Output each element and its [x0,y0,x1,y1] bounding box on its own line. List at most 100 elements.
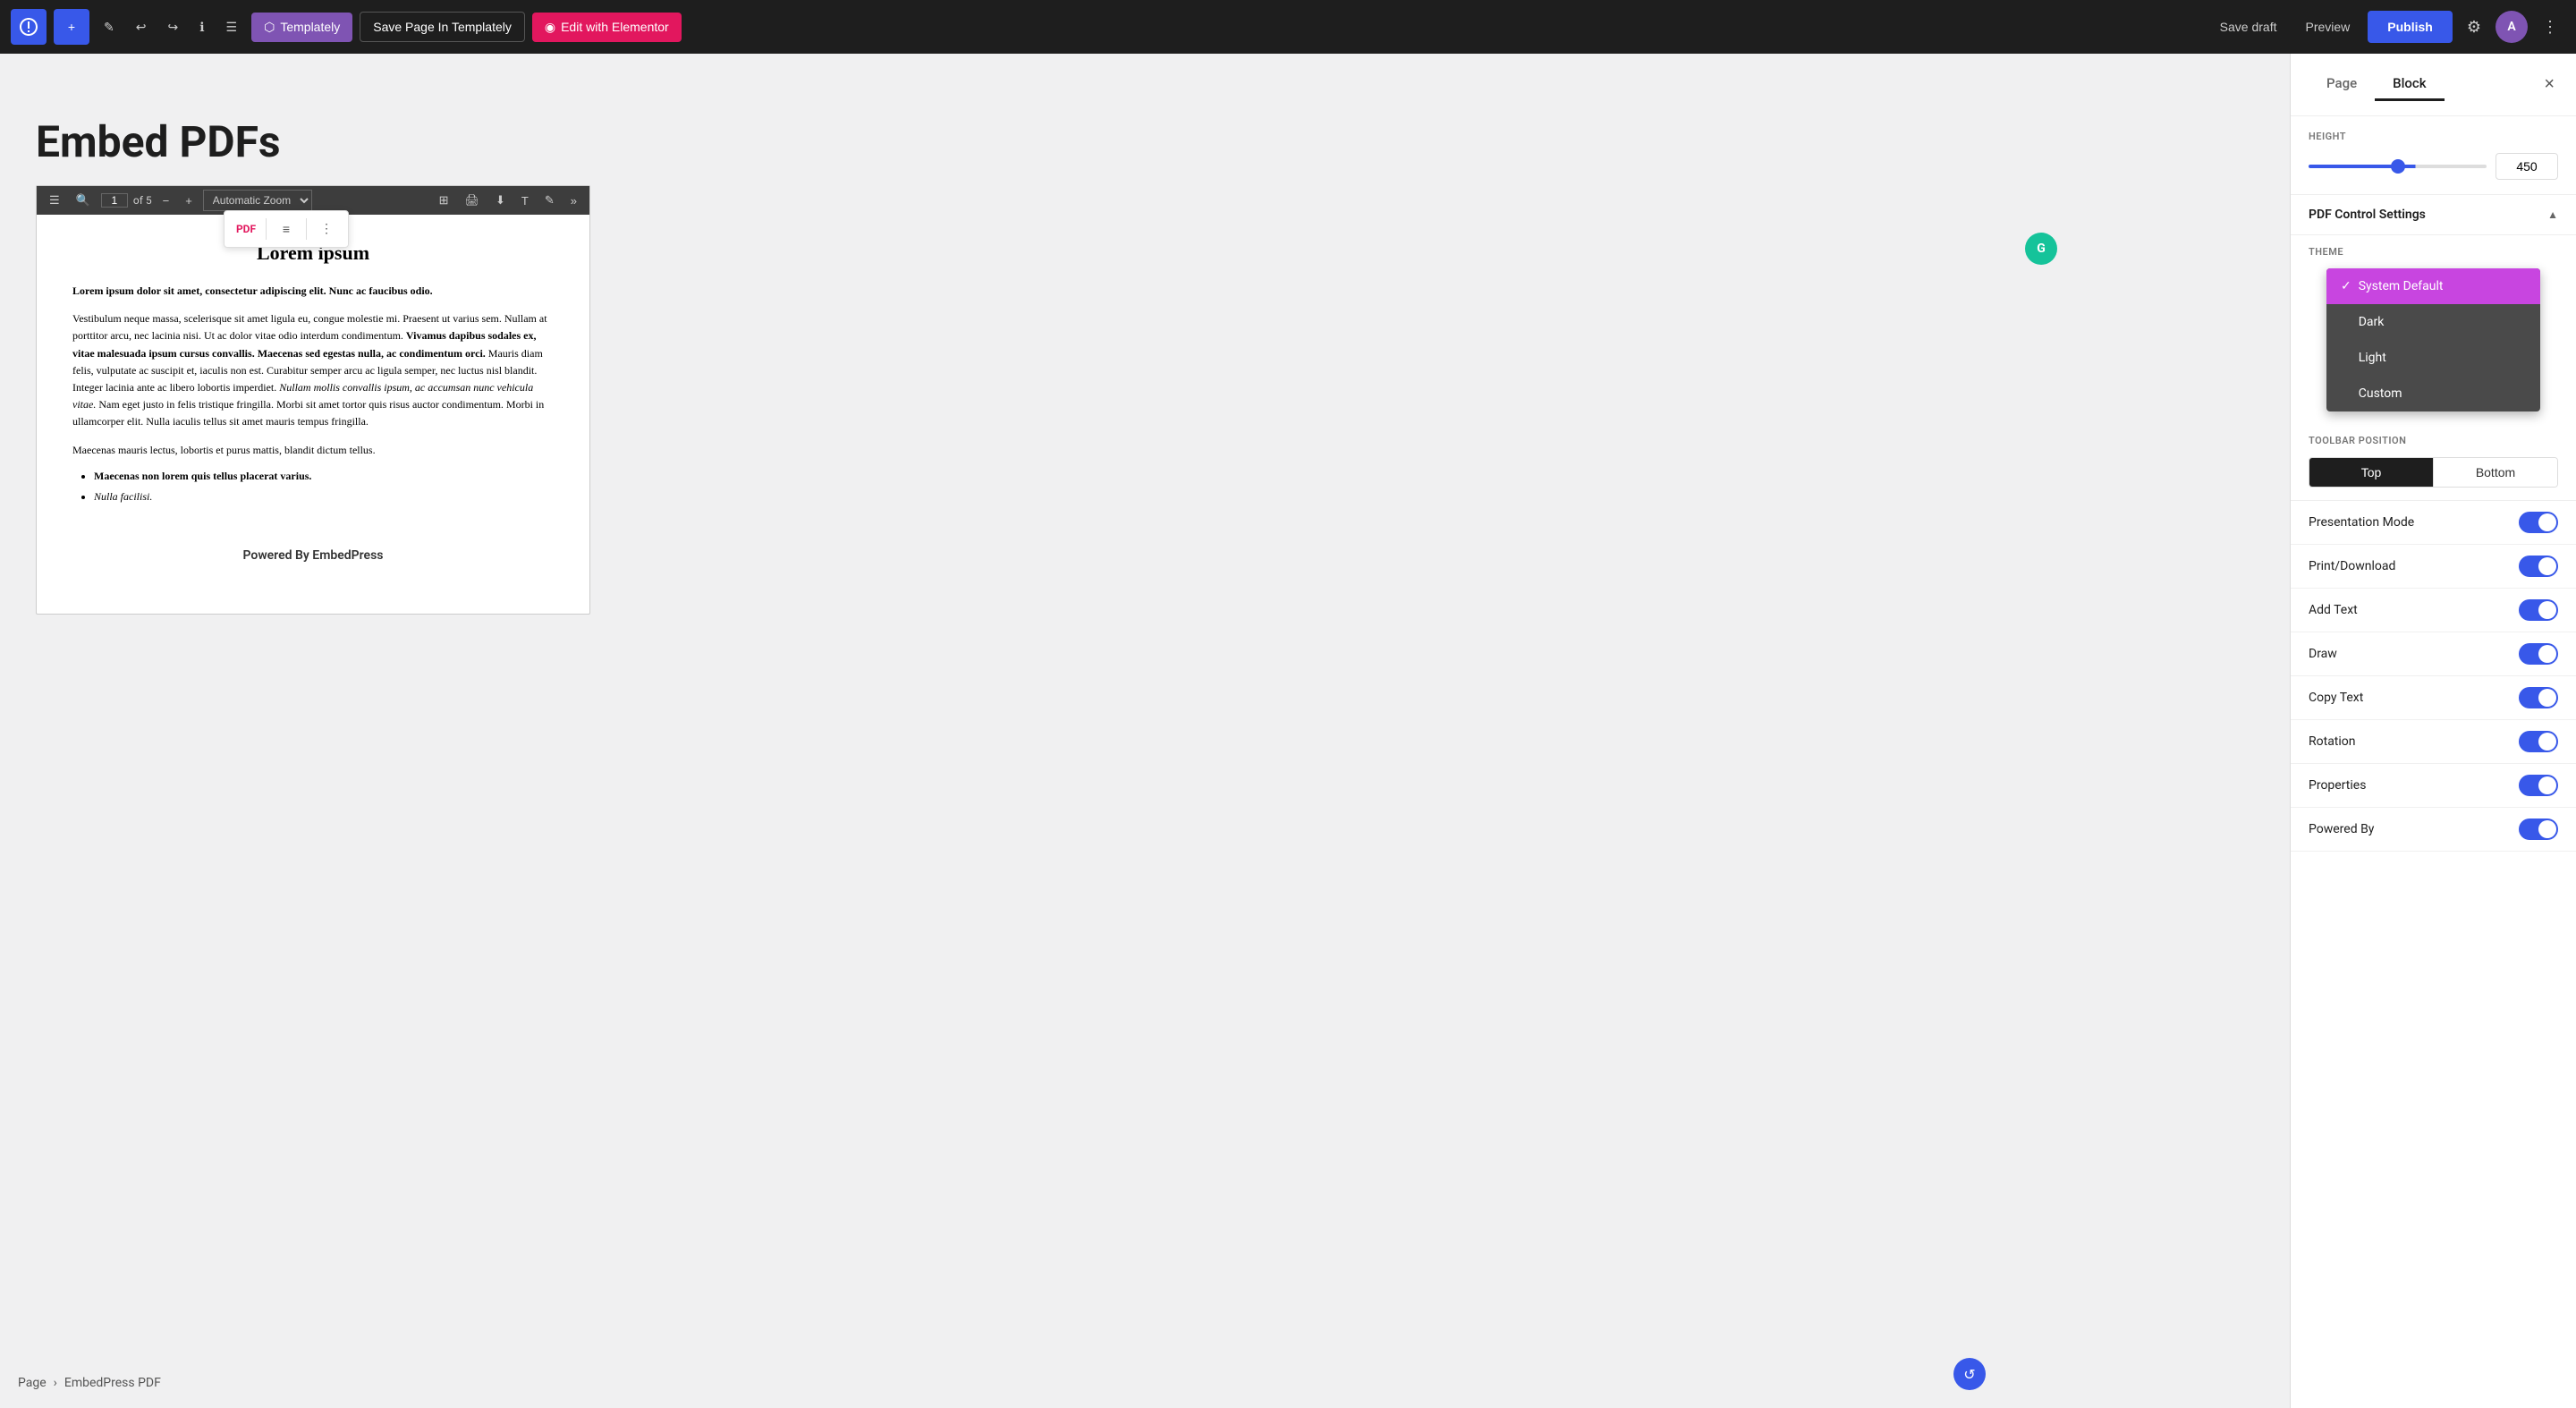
toggle-row-copytext: Copy Text [2291,676,2576,720]
theme-dropdown: ✓ System Default ✓ Dark ✓ Light ✓ Custom [2326,268,2540,411]
more-toolbar-button[interactable]: ⋮ [312,215,341,243]
theme-option-custom[interactable]: ✓ Custom [2326,376,2540,411]
toggle-row-rotation: Rotation [2291,720,2576,764]
page-title: Embed PDFs [36,116,2254,167]
toggle-row-print: Print/Download [2291,545,2576,589]
sidebar-tabs: Page Block [2309,68,2445,101]
chevron-up-icon: ▲ [2547,208,2558,221]
search-pdf-button[interactable]: 🔍 [71,190,96,211]
pdf-para4: Maecenas mauris lectus, lobortis et puru… [72,442,554,459]
toolbar-pos-label: TOOLBAR POSITION [2309,435,2558,446]
copy-text-label: Copy Text [2309,691,2363,705]
pdf-icon[interactable]: PDF [232,215,260,243]
toolbar-position-section: TOOLBAR POSITION Top Bottom [2291,422,2576,501]
save-draft-button[interactable]: Save draft [2209,13,2288,41]
undo-button[interactable]: ↩ [129,13,154,42]
preview-button[interactable]: Preview [2295,13,2361,41]
height-label: HEIGHT [2309,131,2558,142]
print-download-label: Print/Download [2309,559,2395,573]
presentation-button[interactable]: ⊞ [434,190,454,211]
topbar-right: Save draft Preview Publish ⚙ A ⋮ [2209,11,2565,44]
templately-button[interactable]: ⬡ Templately [251,13,352,42]
toggle-row-poweredby: Powered By [2291,808,2576,852]
theme-section: THEME ✓ System Default ✓ Dark ✓ Light [2291,235,2576,422]
breadcrumb-page[interactable]: Page [18,1376,47,1390]
powered-by: Powered By EmbedPress [37,538,589,573]
sidebar-toggle-button[interactable]: ☰ [44,190,65,211]
editor-area: PDF ≡ ⋮ Embed PDFs G ☰ 🔍 of 5 − + Automa… [0,54,2290,1408]
height-input[interactable]: 450 [2496,153,2558,180]
main-layout: PDF ≡ ⋮ Embed PDFs G ☰ 🔍 of 5 − + Automa… [0,54,2576,1408]
save-templately-button[interactable]: Save Page In Templately [360,12,525,42]
zoom-in-button[interactable]: + [180,191,198,211]
toolbar-pos-bottom-button[interactable]: Bottom [2433,458,2557,487]
toggles-container: Presentation Mode Print/Download Add Tex… [2291,501,2576,852]
breadcrumb-separator: › [54,1376,57,1390]
add-text-toggle[interactable] [2519,599,2558,621]
download-button[interactable]: ⬇ [490,190,511,211]
grammarly-badge: G [2025,233,2057,265]
redo-button[interactable]: ↪ [160,13,185,42]
close-sidebar-button[interactable]: × [2540,71,2558,98]
rotation-label: Rotation [2309,734,2356,749]
draw-button[interactable]: ✎ [539,190,560,211]
toggle-row-addtext: Add Text [2291,589,2576,632]
list-view-button[interactable]: ☰ [219,13,245,42]
powered-by-toggle[interactable] [2519,819,2558,840]
page-total: of 5 [133,194,152,207]
tools-button[interactable]: T [516,191,534,211]
pdf-control-section-header[interactable]: PDF Control Settings ▲ [2291,195,2576,235]
print-download-toggle[interactable] [2519,556,2558,577]
draw-toggle[interactable] [2519,643,2558,665]
pdf-para1: Vestibulum neque massa, scelerisque sit … [72,310,554,430]
zoom-select[interactable]: Automatic Zoom 50% 75% 100% 125% 150% [203,190,312,211]
add-block-button[interactable]: + [54,9,89,45]
tab-block[interactable]: Block [2375,68,2444,101]
copy-text-toggle[interactable] [2519,687,2558,708]
embedpress-refresh-button[interactable]: ↺ [1953,1358,1986,1390]
publish-button[interactable]: Publish [2368,11,2453,43]
height-slider[interactable] [2309,165,2487,168]
properties-toggle[interactable] [2519,775,2558,796]
pdf-viewer: ☰ 🔍 of 5 − + Automatic Zoom 50% 75% 100%… [36,185,590,615]
theme-option-light[interactable]: ✓ Light [2326,340,2540,376]
avatar[interactable]: A [2496,11,2528,43]
pdf-control-title: PDF Control Settings [2309,208,2426,222]
presentation-mode-label: Presentation Mode [2309,515,2414,530]
elementor-icon: ◉ [545,20,555,35]
theme-label: THEME [2309,235,2558,258]
info-button[interactable]: ℹ [192,13,211,42]
breadcrumb-current: EmbedPress PDF [64,1376,161,1390]
slider-row: 450 [2309,153,2558,180]
breadcrumb: Page › EmbedPress PDF [18,1376,161,1390]
presentation-mode-toggle[interactable] [2519,512,2558,533]
toolbar-pos-top-button[interactable]: Top [2309,458,2433,487]
toggle-row-presentation: Presentation Mode [2291,501,2576,545]
theme-option-system-default[interactable]: ✓ System Default [2326,268,2540,304]
pdf-content: Lorem ipsum Lorem ipsum dolor sit amet, … [37,215,589,538]
tab-page[interactable]: Page [2309,68,2375,101]
more-pdf-button[interactable]: » [565,191,582,211]
transform-icon[interactable]: ≡ [272,215,301,243]
theme-option-dark[interactable]: ✓ Dark [2326,304,2540,340]
wp-logo [11,9,47,45]
toolbar-divider-2 [306,218,307,240]
more-options-button[interactable]: ⋮ [2535,11,2565,44]
rotation-toggle[interactable] [2519,731,2558,752]
print-button[interactable]: 🖨 [459,190,485,211]
toggle-row-draw: Draw [2291,632,2576,676]
properties-label: Properties [2309,778,2366,793]
templately-icon: ⬡ [264,20,275,35]
check-icon: ✓ [2341,279,2351,293]
block-toolbar: PDF ≡ ⋮ [224,210,349,248]
topbar: + ✎ ↩ ↪ ℹ ☰ ⬡ Templately Save Page In Te… [0,0,2576,54]
page-number-input[interactable] [101,193,128,208]
toggle-row-properties: Properties [2291,764,2576,808]
zoom-out-button[interactable]: − [157,191,175,211]
sidebar: Page Block × HEIGHT 450 PDF Control Sett… [2290,54,2576,1408]
elementor-button[interactable]: ◉ Edit with Elementor [532,13,682,42]
edit-button[interactable]: ✎ [97,13,122,42]
toolbar-divider [266,218,267,240]
settings-button[interactable]: ⚙ [2460,11,2488,44]
pdf-list: Maecenas non lorem quis tellus placerat … [94,470,554,504]
